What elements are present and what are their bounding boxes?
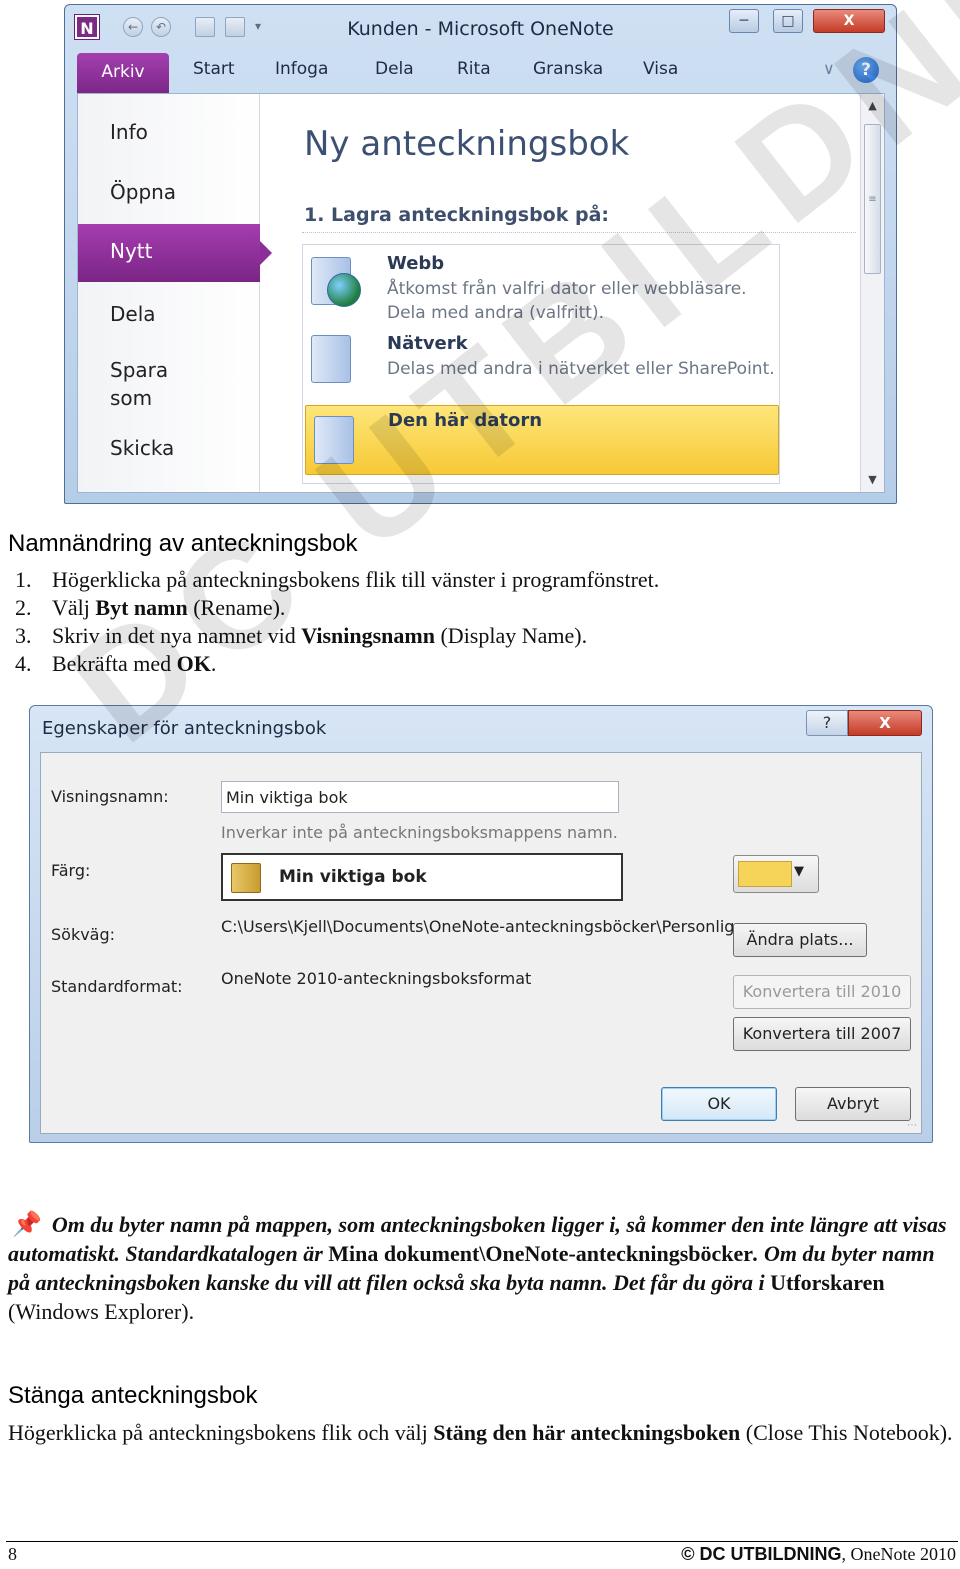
dialog-help-button[interactable]: ? (806, 710, 848, 736)
color-label: Färg: (51, 861, 91, 880)
onenote-window: N ← ↶ ▾ Kunden - Microsoft OneNote ─ □ X… (64, 4, 897, 504)
minimize-ribbon-icon[interactable]: ∨ (823, 59, 835, 78)
path-value: C:\Users\Kjell\Documents\OneNote-anteckn… (221, 917, 735, 936)
section-heading: Stänga anteckningsbok (8, 1382, 258, 1409)
list-text: Skriv in det nya namnet vid Visningsnamn… (52, 623, 588, 648)
dialog-body: Visningsnamn: Min viktiga bok Inverkar i… (40, 752, 922, 1134)
tab-rita[interactable]: Rita (457, 59, 491, 79)
tab-dela[interactable]: Dela (375, 59, 414, 79)
sidebar-item-dela[interactable]: Dela (110, 302, 156, 326)
maximize-button[interactable]: □ (773, 9, 803, 33)
sidebar-item-skicka[interactable]: Skicka (110, 436, 174, 460)
help-icon[interactable]: ? (853, 57, 879, 83)
window-title: Kunden - Microsoft OneNote (347, 18, 614, 40)
tab-infoga[interactable]: Infoga (275, 59, 328, 79)
close-button[interactable]: X (813, 9, 885, 33)
color-preview-name: Min viktiga bok (279, 867, 427, 887)
tab-start[interactable]: Start (193, 59, 235, 79)
backstage-view: Info Öppna Nytt Dela Spara som Skicka Ny… (77, 93, 885, 493)
location-list: Webb Åtkomst från valfri dator eller web… (302, 244, 780, 484)
list-number: 2. (15, 595, 32, 620)
option-webb[interactable]: Webb Åtkomst från valfri dator eller web… (303, 251, 779, 329)
title-bar: N ← ↶ ▾ Kunden - Microsoft OneNote ─ □ X (65, 5, 896, 49)
convert-2007-button[interactable]: Konvertera till 2007 (733, 1017, 911, 1051)
option-title: Webb (387, 253, 445, 274)
option-desc: Åtkomst från valfri dator eller webbläsa… (387, 279, 747, 299)
option-desc: Delas med andra i nätverket eller ShareP… (387, 359, 775, 379)
network-notebook-icon (311, 335, 351, 383)
color-dropdown[interactable]: ▼ (733, 855, 819, 893)
divider (302, 232, 856, 233)
dialog-title: Egenskaper för anteckningsbok (42, 718, 327, 739)
minimize-button[interactable]: ─ (729, 9, 759, 33)
scroll-down-icon[interactable]: ▼ (864, 470, 881, 490)
sidebar-item-spara-som[interactable]: Spara som (110, 356, 180, 412)
list-item: 4. Bekräfta med OK. (15, 651, 915, 679)
scroll-thumb[interactable]: ≡ (864, 124, 881, 274)
ok-button[interactable]: OK (661, 1087, 777, 1121)
tab-granska[interactable]: Granska (533, 59, 603, 79)
computer-notebook-icon (314, 416, 354, 464)
backstage-sidebar: Info Öppna Nytt Dela Spara som Skicka (78, 94, 272, 492)
list-number: 4. (15, 651, 32, 676)
list-number: 1. (15, 567, 32, 592)
list-text: Välj Byt namn (Rename). (52, 595, 286, 620)
page-number: 8 (8, 1544, 17, 1564)
option-title: Nätverk (387, 333, 468, 354)
change-location-button[interactable]: Ändra plats... (733, 923, 867, 957)
footer-brand: © DC UTBILDNING, OneNote 2010 (681, 1544, 956, 1564)
tab-visa[interactable]: Visa (643, 59, 678, 79)
color-preview: Min viktiga bok (221, 853, 623, 901)
ribbon-tabs: Arkiv Start Infoga Dela Rita Granska Vis… (77, 53, 887, 93)
format-value: OneNote 2010-anteckningsboksformat (221, 969, 532, 988)
pushpin-icon: 📌 (12, 1210, 42, 1238)
path-label: Sökväg: (51, 925, 116, 944)
display-name-hint: Inverkar inte på anteckningsboksmappens … (221, 823, 618, 842)
format-label: Standardformat: (51, 977, 183, 996)
sidebar-item-label: Nytt (110, 239, 153, 263)
sidebar-item-info[interactable]: Info (110, 120, 148, 144)
tab-arkiv[interactable]: Arkiv (77, 53, 169, 93)
scroll-up-icon[interactable]: ▲ (864, 96, 881, 116)
dialog-close-button[interactable]: X (848, 710, 922, 736)
chevron-down-icon: ▼ (794, 864, 804, 879)
properties-dialog: Egenskaper för anteckningsbok ? X Visnin… (29, 705, 933, 1143)
option-natverk[interactable]: Nätverk Delas med andra i nätverket elle… (303, 331, 779, 391)
list-text: Högerklicka på anteckningsbokens flik ti… (52, 567, 660, 592)
convert-2010-button[interactable]: Konvertera till 2010 (733, 975, 911, 1009)
list-item: 3. Skriv in det nya namnet vid Visningsn… (15, 623, 915, 651)
page-title: Ny anteckningsbok (304, 124, 630, 164)
option-den-har-datorn[interactable]: Den här datorn (305, 405, 779, 475)
list-item: 2. Välj Byt namn (Rename). (15, 595, 915, 623)
list-text: Bekräfta med OK. (52, 651, 217, 676)
display-name-label: Visningsnamn: (51, 787, 169, 806)
color-swatch (738, 861, 792, 887)
globe-notebook-icon (327, 273, 361, 307)
tip-note: 📌 Om du byter namn på mappen, som anteckn… (8, 1210, 947, 1324)
resize-grip-icon[interactable]: ⋯ (907, 1120, 917, 1131)
option-desc: Dela med andra (valfritt). (387, 303, 604, 323)
scrollbar[interactable]: ▲ ≡ ▼ (860, 94, 884, 492)
option-title: Den här datorn (388, 410, 543, 431)
section-heading: Namnändring av anteckningsbok (8, 530, 358, 557)
cancel-button[interactable]: Avbryt (795, 1087, 911, 1121)
step-heading: 1. Lagra anteckningsbok på: (304, 204, 610, 226)
sidebar-item-nytt[interactable]: Nytt (78, 224, 272, 282)
list-item: 1. Högerklicka på anteckningsbokens flik… (15, 567, 915, 595)
notebook-icon (231, 863, 261, 893)
sidebar-item-oppna[interactable]: Öppna (110, 180, 176, 204)
footer-divider (6, 1541, 958, 1542)
display-name-field[interactable]: Min viktiga bok (221, 781, 619, 813)
body-paragraph: Högerklicka på anteckningsbokens flik oc… (8, 1420, 953, 1445)
list-number: 3. (15, 623, 32, 648)
